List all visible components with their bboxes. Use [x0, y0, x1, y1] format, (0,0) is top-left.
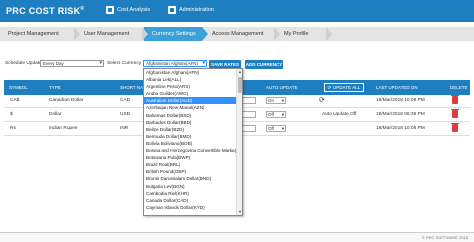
dropdown-option[interactable]: Australian Dollar(AUD)	[144, 97, 238, 105]
delete-icon[interactable]	[451, 109, 459, 118]
dropdown-option[interactable]: Belize Dollar(BZD)	[144, 126, 238, 133]
row-short-name: CAD	[120, 98, 131, 103]
tab-user-management[interactable]: User Management	[76, 27, 148, 41]
top-bar: PRC COST RISK® Cost Analysis Administrat…	[0, 0, 474, 22]
dropdown-option[interactable]: Bulgaria Lev(BGN)	[144, 183, 238, 190]
dropdown-option[interactable]: Bahamas Dollar(BSD)	[144, 112, 238, 119]
nav-administration[interactable]: Administration	[168, 6, 214, 14]
tab-currency-settings[interactable]: Currency Settings	[144, 27, 208, 41]
dropdown-option[interactable]: Azerbaijan New Manat(AZN)	[144, 104, 238, 111]
copyright-text: © PRC SOFTWARE 2018	[421, 235, 468, 240]
currency-dropdown-list[interactable]: Afghanistan Afghani(AFN) Albania Lek(ALL)…	[143, 68, 243, 216]
dropdown-option[interactable]: Bolivia Boliviano(BOB)	[144, 140, 238, 147]
row-type: Dollar	[49, 112, 62, 117]
admin-icon	[168, 6, 176, 14]
scroll-up-icon[interactable]: ▲	[237, 69, 242, 75]
auto-update-select[interactable]: Off	[266, 111, 286, 118]
dropdown-option[interactable]: Bosnia and Herzegovina Convertible Marka…	[144, 147, 238, 154]
schedule-label: Schedule Update	[5, 61, 42, 66]
row-last-updated: 18/Mar/2018 10:08 PM	[376, 126, 425, 131]
row-symbol: $	[10, 112, 13, 117]
chart-icon	[106, 6, 114, 14]
update-all-button[interactable]: ⟳ UPDATE ALL	[324, 83, 364, 92]
row-type: Indian Rupee	[49, 126, 78, 131]
row-symbol: Rs	[10, 126, 16, 131]
col-symbol: SYMBOL	[9, 85, 28, 90]
refresh-icon[interactable]: ⟳	[319, 96, 325, 104]
row-short-name: USD	[120, 112, 131, 117]
dropdown-option[interactable]: Cayman Islands Dollar(KYD)	[144, 204, 238, 211]
row-last-updated: 18/Mar/2018 10:08 PM	[376, 98, 425, 103]
col-last-updated: LAST UPDATED ON	[376, 85, 418, 90]
schedule-select[interactable]: Every Day	[40, 60, 104, 67]
col-delete: DELETE	[450, 85, 468, 90]
dropdown-option[interactable]: Brazil Real(BRL)	[144, 161, 238, 168]
dropdown-option[interactable]: Barbados Dollar(BBD)	[144, 119, 238, 126]
add-currency-button[interactable]: ADD CURRENCY	[245, 60, 283, 69]
dropdown-option[interactable]: Afghanistan Afghani(AFN)	[144, 69, 238, 76]
delete-icon[interactable]	[451, 123, 459, 132]
scroll-down-icon[interactable]: ▼	[237, 209, 242, 215]
nav-cost-analysis[interactable]: Cost Analysis	[106, 6, 150, 14]
delete-icon[interactable]	[451, 95, 459, 104]
dropdown-option[interactable]: Aruba Guilder(AWG)	[144, 90, 238, 97]
dropdown-option[interactable]: Canada Dollar(CAD)	[144, 197, 238, 204]
auto-update-select[interactable]: Off	[266, 125, 286, 132]
row-type: Canadian Dollar	[49, 98, 84, 103]
currency-select[interactable]: Afghanistan Afghani(AFN)	[143, 60, 207, 67]
dropdown-options: Afghanistan Afghani(AFN) Albania Lek(ALL)…	[144, 69, 238, 211]
dropdown-option[interactable]: Albania Lek(ALL)	[144, 76, 238, 83]
row-status: Auto Update Off	[322, 112, 357, 117]
dropdown-scrollbar[interactable]: ▲ ▼	[236, 69, 242, 215]
col-auto-update: AUTO UPDATE	[266, 85, 298, 90]
footer: © PRC SOFTWARE 2018	[0, 232, 474, 242]
dropdown-option[interactable]: Brunei Darussalam Dollar(BND)	[144, 175, 238, 182]
row-symbol: CA$	[10, 98, 20, 103]
app-logo[interactable]: PRC COST RISK®	[6, 6, 84, 16]
dropdown-option[interactable]: Argentine Peso(ARS)	[144, 83, 238, 90]
scroll-thumb[interactable]	[238, 77, 242, 93]
tab-project-management[interactable]: Project Management	[0, 27, 80, 41]
tab-bar: Project Management User Management Curre…	[0, 27, 474, 41]
dropdown-option[interactable]: British Pound(GBP)	[144, 168, 238, 175]
dropdown-option[interactable]: Cambodia Riel(KHR)	[144, 190, 238, 197]
dropdown-option[interactable]: Bermuda Dollar(BMD)	[144, 133, 238, 140]
auto-update-select[interactable]: On	[266, 97, 286, 104]
currency-label: Select Currency	[107, 61, 142, 66]
tab-access-management[interactable]: Access Management	[204, 27, 280, 41]
dropdown-option[interactable]: Botswana Pula(BWP)	[144, 154, 238, 161]
row-short-name: INR	[120, 126, 129, 131]
row-last-updated: 18/Mar/2018 06:36 PM	[376, 112, 425, 117]
col-type: TYPE	[49, 85, 61, 90]
tab-my-profile[interactable]: My Profile	[276, 27, 332, 41]
